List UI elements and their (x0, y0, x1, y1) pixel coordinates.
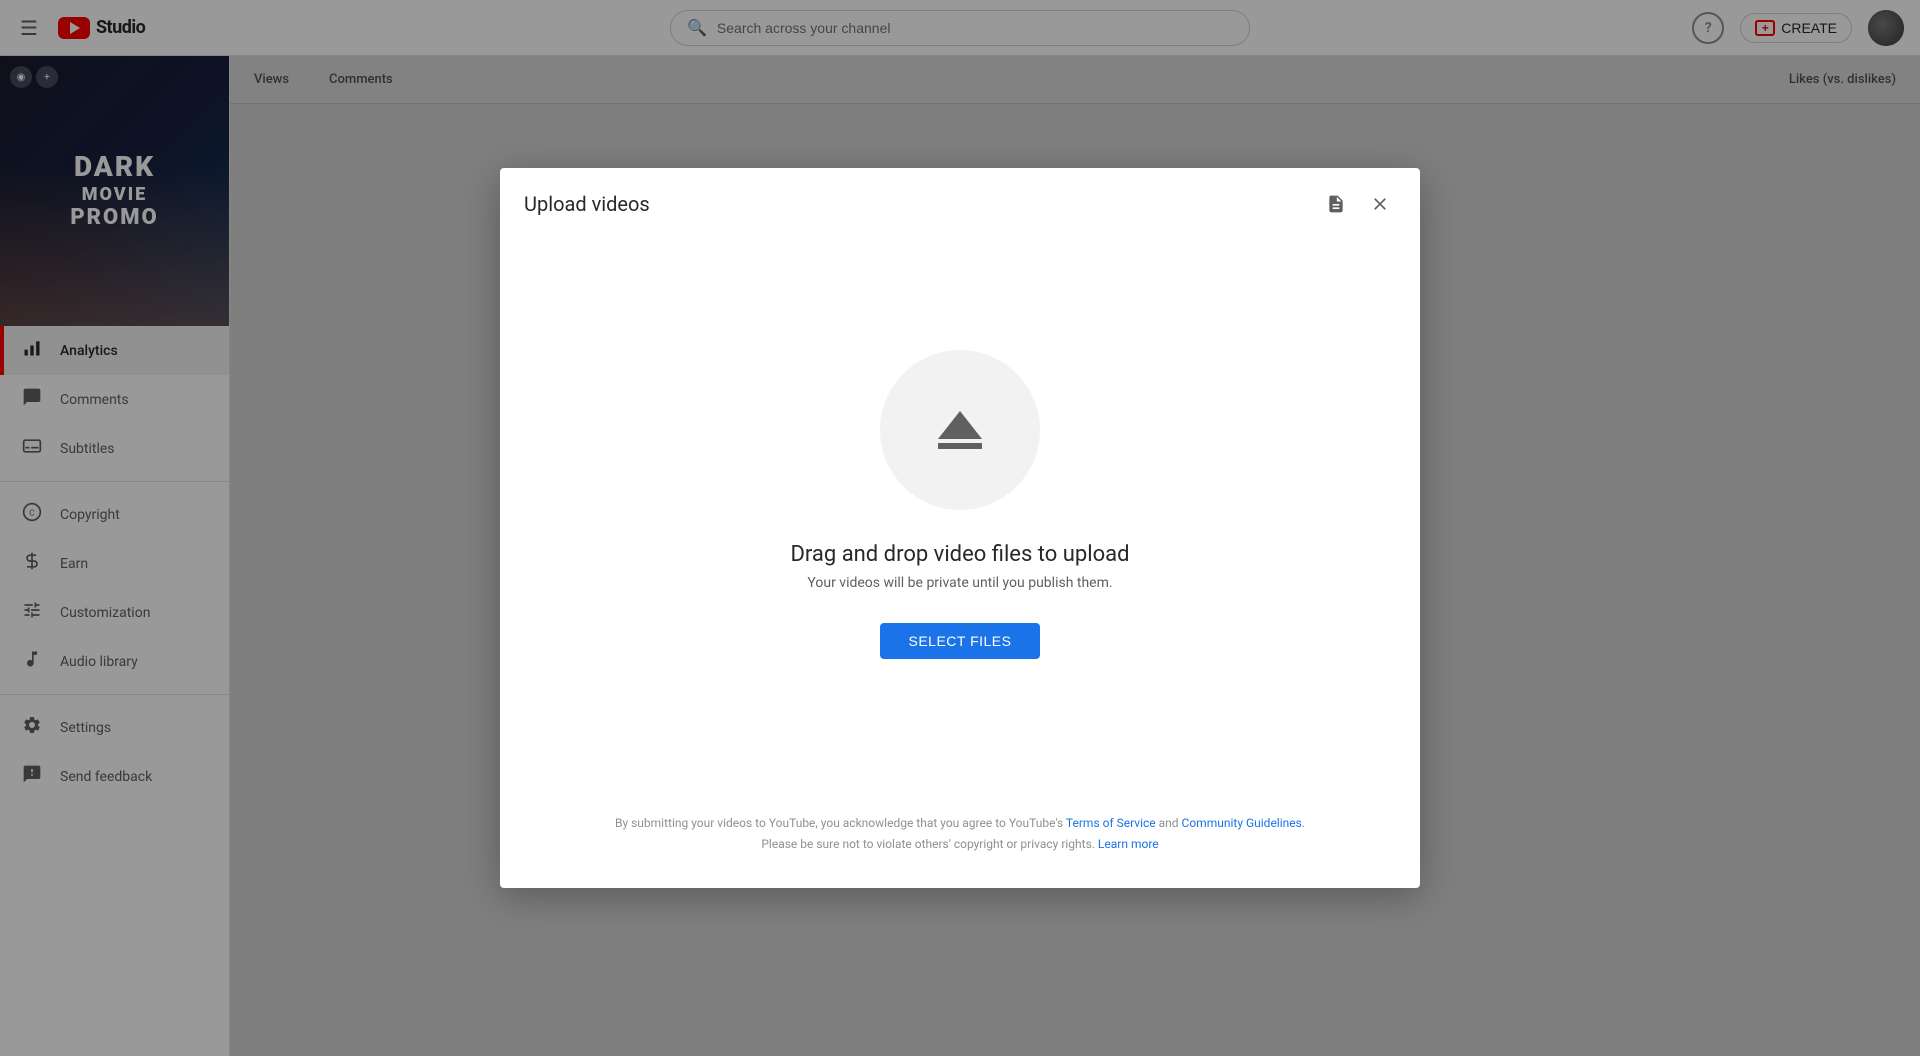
footer-tos-link[interactable]: Terms of Service (1066, 816, 1156, 830)
modal-header-actions (1320, 188, 1396, 220)
modal-title: Upload videos (524, 192, 650, 216)
modal-close-button[interactable] (1364, 188, 1396, 220)
drag-drop-title: Drag and drop video files to upload (790, 542, 1129, 567)
footer-and: and (1156, 816, 1182, 830)
upload-arrow-icon (938, 411, 982, 449)
upload-circle (880, 350, 1040, 510)
arrow-up (938, 411, 982, 439)
modal-overlay: Upload videos (0, 0, 1920, 1056)
footer-prefix: By submitting your videos to YouTube, yo… (615, 816, 1066, 830)
modal-footer: By submitting your videos to YouTube, yo… (500, 789, 1420, 888)
modal-info-button[interactable] (1320, 188, 1352, 220)
upload-modal: Upload videos (500, 168, 1420, 888)
footer-text-2: Please be sure not to violate others' co… (540, 834, 1380, 856)
select-files-button[interactable]: SELECT FILES (880, 623, 1039, 659)
footer-guidelines-link[interactable]: Community Guidelines (1182, 816, 1302, 830)
arrow-stem (938, 443, 982, 449)
drag-drop-subtitle: Your videos will be private until you pu… (807, 575, 1112, 591)
footer-text-1: By submitting your videos to YouTube, yo… (540, 813, 1380, 835)
modal-header: Upload videos (500, 168, 1420, 220)
modal-body: Drag and drop video files to upload Your… (500, 220, 1420, 789)
footer-learn-more-link[interactable]: Learn more (1098, 837, 1159, 851)
footer-suffix: . (1302, 816, 1305, 830)
footer-line2-prefix: Please be sure not to violate others' co… (761, 837, 1098, 851)
